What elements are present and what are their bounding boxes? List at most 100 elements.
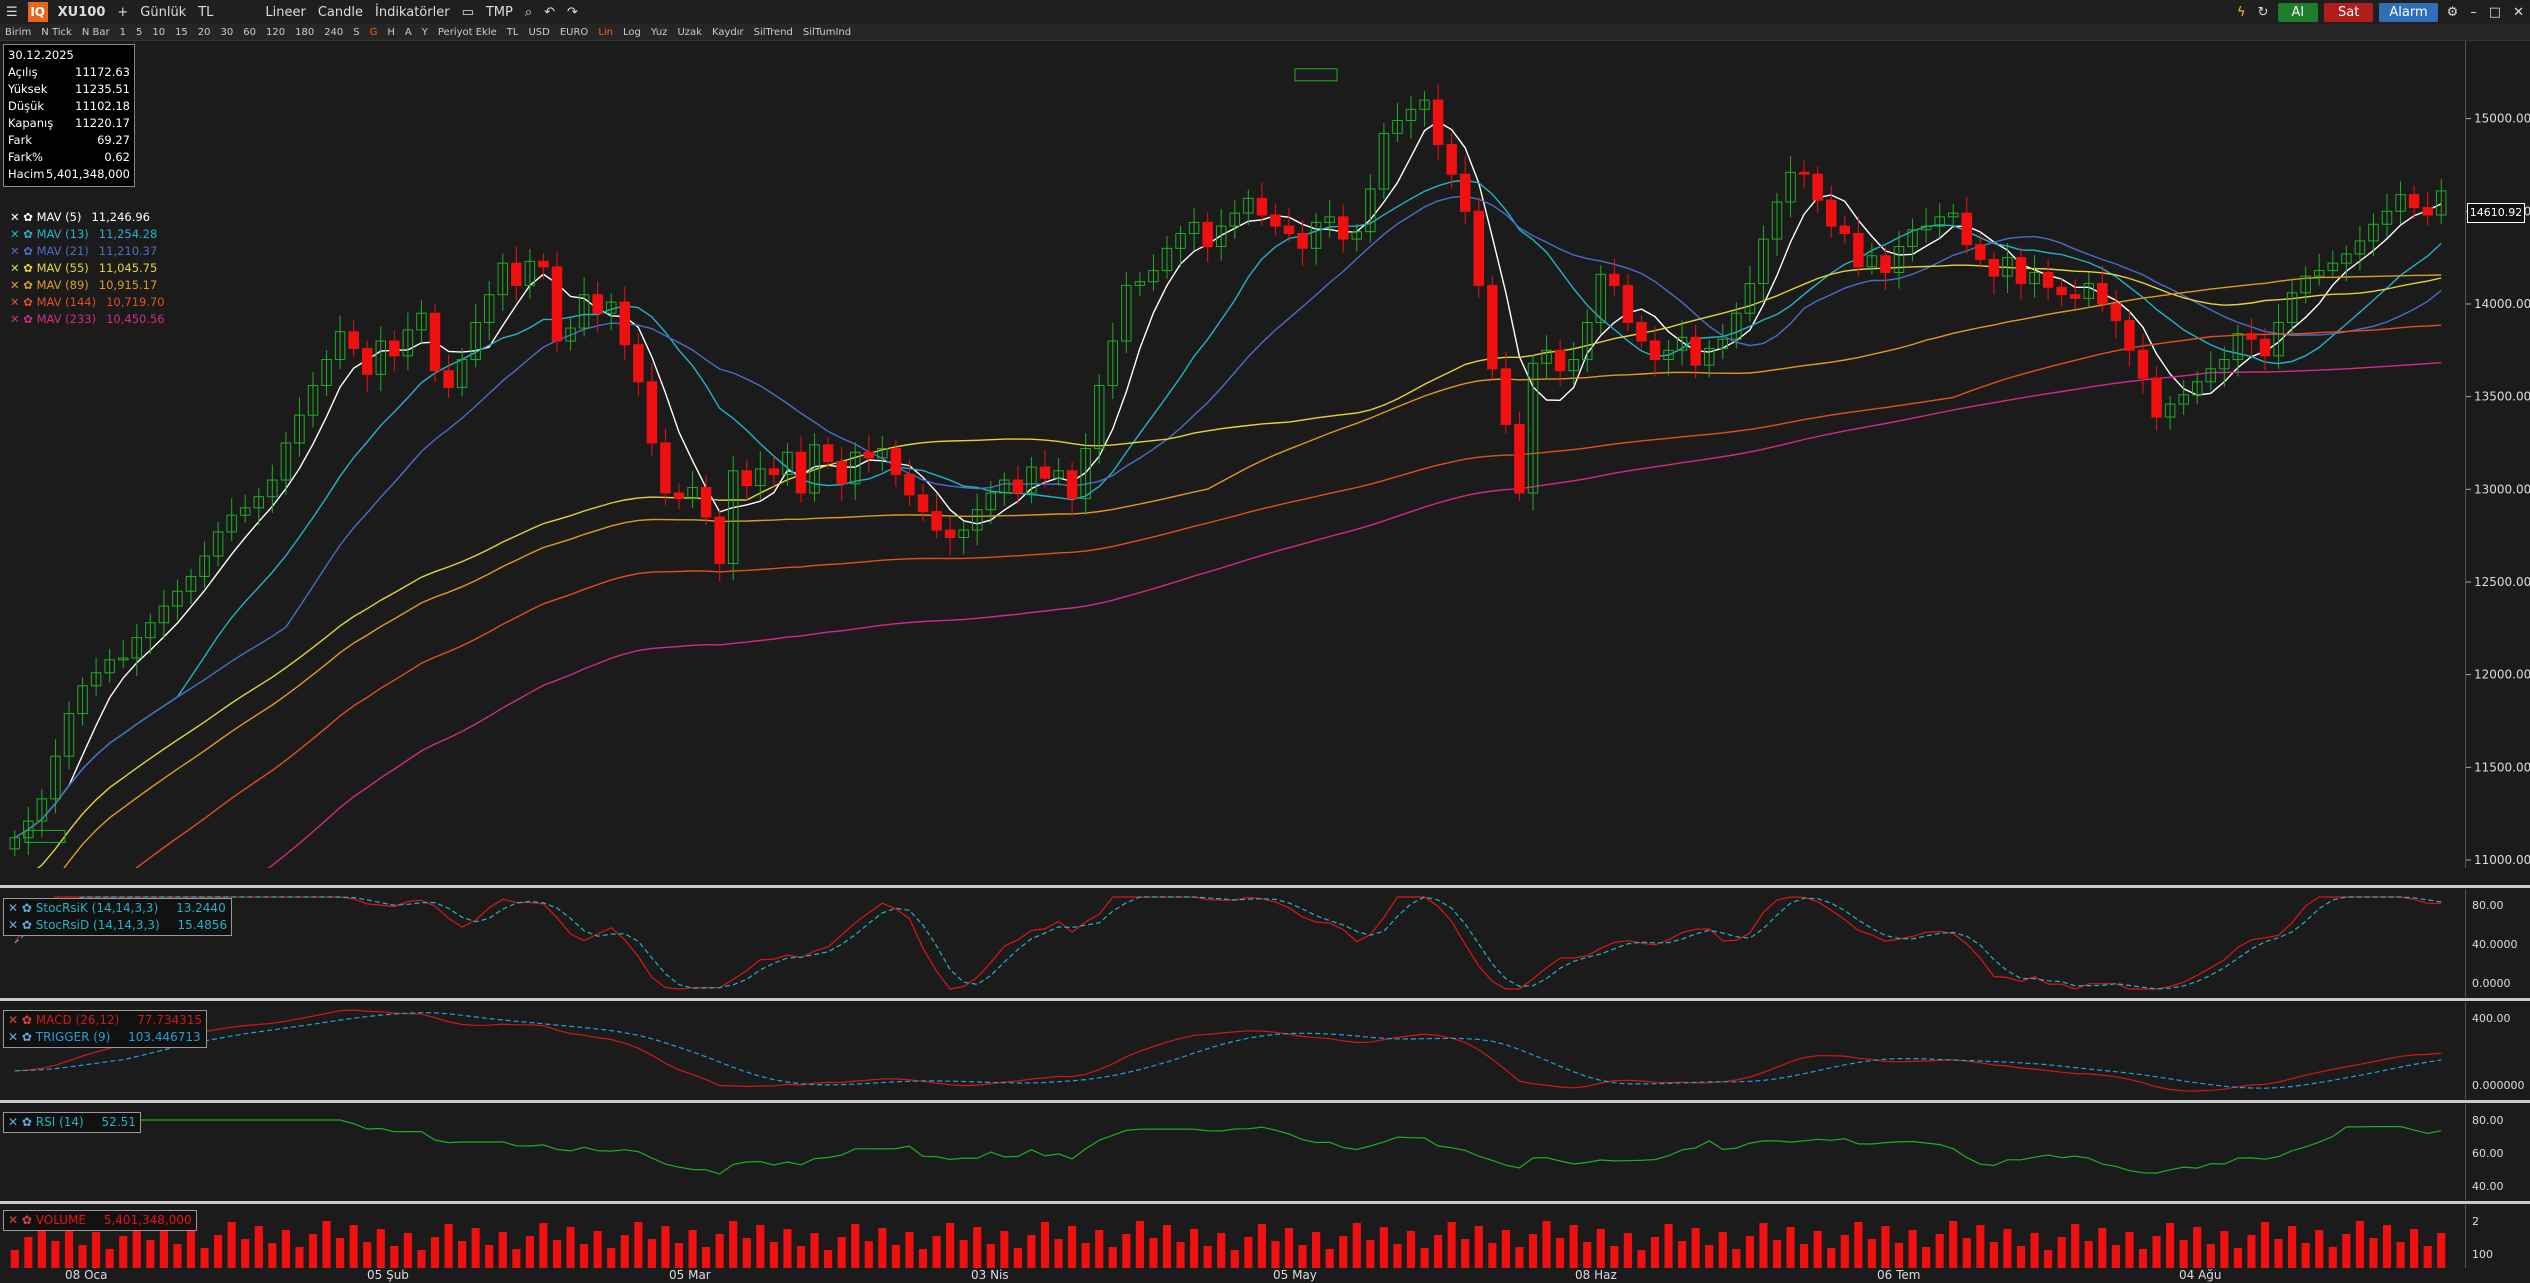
volume-icon[interactable]: ✕ ✿	[8, 1213, 32, 1227]
candle-body[interactable]	[2124, 320, 2135, 351]
period-option-17[interactable]: Y	[417, 27, 433, 38]
candle-body[interactable]	[1297, 233, 1308, 249]
candle-body[interactable]	[1283, 225, 1295, 235]
period-option-16[interactable]: A	[400, 27, 417, 38]
panel-separator[interactable]	[0, 1100, 2530, 1103]
candle-body[interactable]	[863, 451, 875, 459]
candle-body[interactable]	[904, 473, 915, 496]
period-option-0[interactable]: Birim	[0, 27, 36, 38]
mav-toggle-icon[interactable]: ✕ ✿	[10, 312, 37, 326]
candle-body[interactable]	[1554, 349, 1566, 372]
candle-body[interactable]	[429, 312, 441, 372]
period-option-3[interactable]: 1	[115, 27, 131, 38]
mav-toggle-icon[interactable]: ✕ ✿	[10, 244, 37, 258]
candle-body[interactable]	[538, 260, 549, 268]
candle-body[interactable]	[822, 444, 834, 462]
macd-panel[interactable]	[0, 1002, 2465, 1099]
candle-body[interactable]	[1690, 336, 1701, 366]
period-option-25[interactable]: Uzak	[672, 27, 707, 38]
candle-body[interactable]	[2069, 294, 2081, 299]
add-symbol-icon[interactable]: +	[111, 5, 134, 20]
period-option-2[interactable]: N Bar	[77, 27, 115, 38]
mav-toggle-icon[interactable]: ✕ ✿	[10, 278, 37, 292]
candle-body[interactable]	[1446, 144, 1457, 175]
gear-icon[interactable]: ⚙	[2441, 5, 2465, 20]
period-option-14[interactable]: G	[365, 27, 383, 38]
candle-body[interactable]	[1975, 244, 1986, 260]
template-button[interactable]: TMP	[480, 5, 519, 20]
candle-body[interactable]	[1487, 284, 1498, 370]
period-option-19[interactable]: TL	[502, 27, 524, 38]
chart-type-selector[interactable]: Candle	[312, 5, 369, 20]
candle-body[interactable]	[1039, 466, 1051, 479]
period-option-13[interactable]: S	[348, 27, 364, 38]
period-option-21[interactable]: EURO	[555, 27, 593, 38]
price-chart[interactable]	[0, 41, 2465, 1098]
period-selector[interactable]: Günlük	[134, 5, 192, 20]
candle-body[interactable]	[592, 294, 603, 314]
currency-selector[interactable]: TL	[192, 5, 219, 20]
period-option-24[interactable]: Yuz	[646, 27, 673, 38]
candle-body[interactable]	[1636, 321, 1647, 342]
macd-axis[interactable]: 400.00 0.000000	[2465, 1002, 2530, 1099]
maximize-icon[interactable]: □	[2483, 5, 2507, 20]
period-option-27[interactable]: SilTrend	[749, 27, 798, 38]
candle-body[interactable]	[1459, 173, 1471, 212]
candle-body[interactable]	[660, 442, 671, 494]
candle-body[interactable]	[1853, 233, 1864, 268]
candle-body[interactable]	[2151, 377, 2162, 418]
candle-body[interactable]	[917, 494, 929, 513]
candle-body[interactable]	[1839, 225, 1851, 235]
candle-body[interactable]	[741, 470, 753, 487]
redo-icon[interactable]: ↷	[561, 5, 584, 20]
stochrsi-k-icon[interactable]: ✕ ✿	[8, 901, 32, 915]
period-option-7[interactable]: 20	[193, 27, 216, 38]
candle-body[interactable]	[551, 266, 563, 342]
period-option-15[interactable]: H	[382, 27, 400, 38]
price-axis[interactable]: 15000.0014500.0014000.0013500.0013000.00…	[2465, 41, 2530, 868]
sell-button[interactable]: Sat	[2324, 2, 2374, 22]
candle-body[interactable]	[931, 511, 942, 531]
period-option-20[interactable]: USD	[523, 27, 554, 38]
candle-body[interactable]	[443, 370, 454, 388]
candle-body[interactable]	[1500, 368, 1512, 425]
period-option-23[interactable]: Log	[618, 27, 646, 38]
candle-body[interactable]	[2110, 303, 2122, 322]
candle-body[interactable]	[511, 262, 522, 286]
mav-toggle-icon[interactable]: ✕ ✿	[10, 295, 37, 309]
symbol-selector[interactable]: XU100	[52, 5, 112, 20]
period-option-1[interactable]: N Tick	[36, 27, 77, 38]
candle-body[interactable]	[1609, 273, 1620, 286]
candle-body[interactable]	[1473, 210, 1485, 286]
candle-body[interactable]	[1202, 221, 1213, 247]
candle-body[interactable]	[619, 301, 631, 346]
minimize-icon[interactable]: –	[2464, 5, 2483, 20]
candle-body[interactable]	[1961, 212, 1973, 246]
candle-body[interactable]	[1812, 173, 1823, 201]
candle-body[interactable]	[768, 468, 780, 475]
period-option-6[interactable]: 15	[170, 27, 193, 38]
rsi-icon[interactable]: ✕ ✿	[8, 1115, 32, 1129]
candle-body[interactable]	[389, 340, 400, 357]
period-option-11[interactable]: 180	[290, 27, 319, 38]
candle-body[interactable]	[673, 492, 685, 500]
candle-body[interactable]	[1622, 284, 1634, 323]
candle-body[interactable]	[1988, 258, 2000, 277]
menu-icon[interactable]: ☰	[0, 5, 24, 20]
scale-selector[interactable]: Lineer	[259, 5, 311, 20]
panel-separator[interactable]	[0, 885, 2530, 888]
candle-body[interactable]	[2042, 271, 2054, 288]
candle-body[interactable]	[361, 347, 373, 375]
stochrsi-panel[interactable]	[0, 889, 2465, 997]
candle-body[interactable]	[1012, 479, 1024, 494]
period-option-4[interactable]: 5	[131, 27, 147, 38]
mav-toggle-icon[interactable]: ✕ ✿	[10, 227, 37, 241]
search-icon[interactable]: ⌕	[519, 5, 538, 20]
candle-body[interactable]	[2137, 349, 2149, 379]
candle-body[interactable]	[1066, 470, 1078, 500]
candle-body[interactable]	[646, 381, 658, 444]
period-option-18[interactable]: Periyot Ekle	[433, 27, 502, 38]
volume-panel[interactable]	[0, 1205, 2465, 1268]
period-option-28[interactable]: SilTumInd	[798, 27, 856, 38]
candle-body[interactable]	[348, 331, 359, 349]
